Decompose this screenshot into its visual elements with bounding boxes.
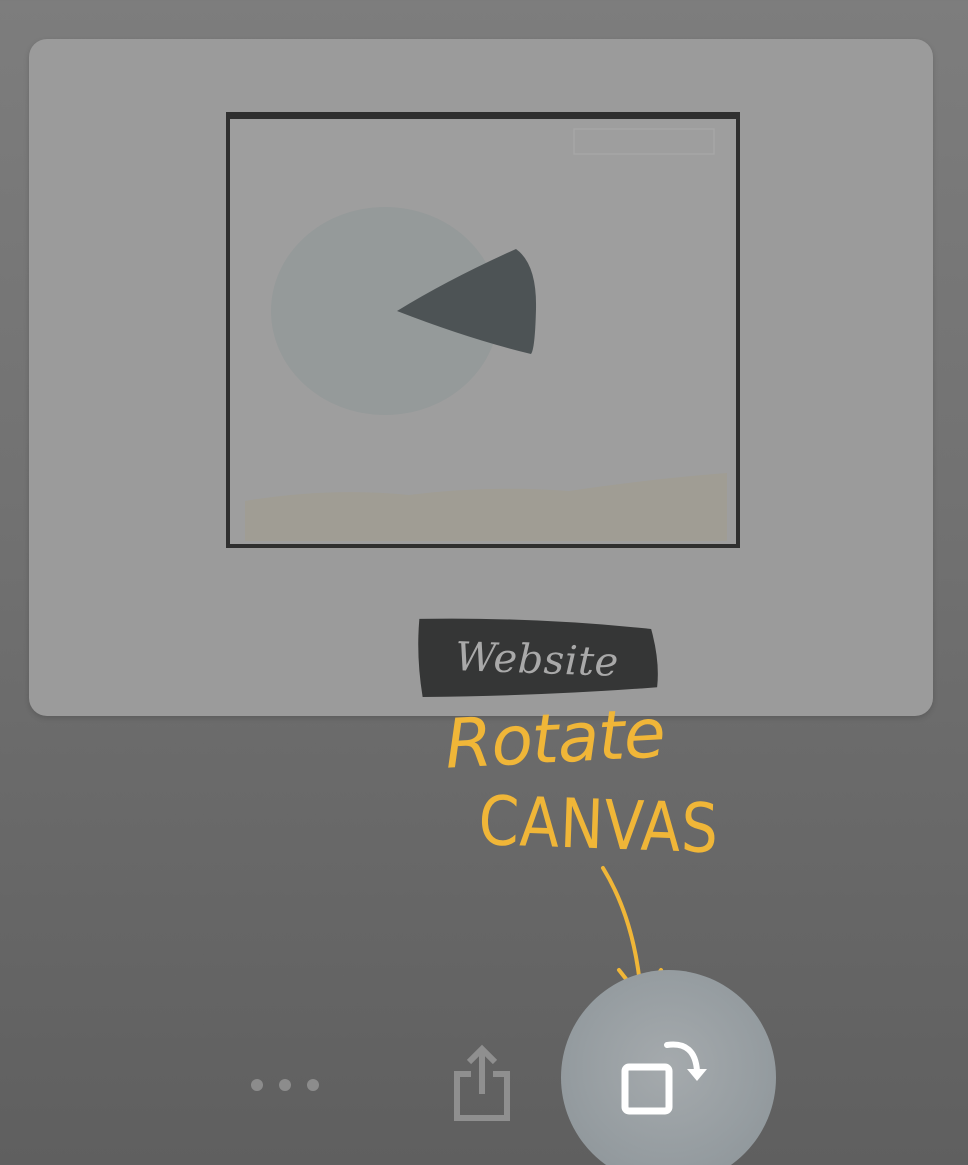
more-dot [307, 1079, 319, 1091]
annotation-rotate-text: Rotate [443, 694, 667, 785]
website-label-text: Website [454, 634, 620, 686]
canvas-card[interactable]: Website [29, 39, 933, 716]
rotate-canvas-icon [621, 1041, 707, 1114]
more-button[interactable] [240, 1050, 330, 1120]
more-dot [279, 1079, 291, 1091]
share-button[interactable] [440, 1040, 524, 1126]
annotation-canvas-text: CANVAS [477, 782, 721, 870]
website-label-tag: Website [413, 613, 662, 708]
rotate-canvas-button[interactable] [561, 970, 776, 1165]
share-icon [454, 1044, 510, 1121]
more-dots-icon [251, 1079, 263, 1091]
